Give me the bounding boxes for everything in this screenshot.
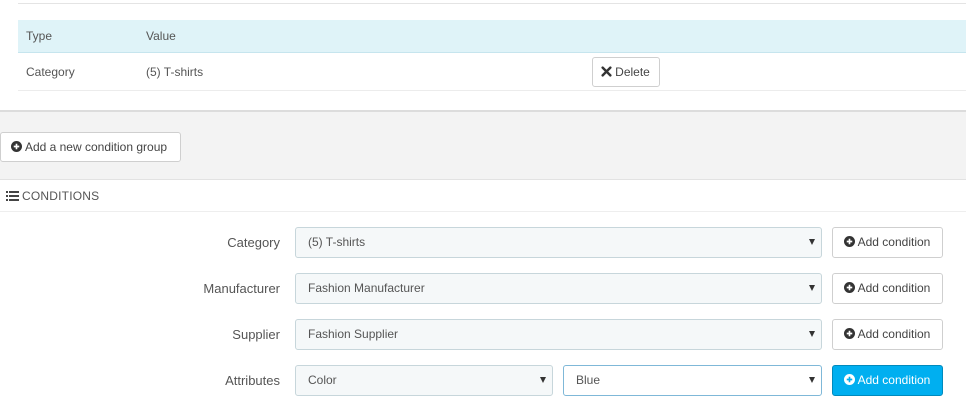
column-header-type: Type: [26, 29, 53, 43]
category-select[interactable]: (5) T-shirts: [295, 227, 822, 258]
caret-down-icon: [540, 377, 546, 383]
divider: [18, 3, 966, 4]
conditions-heading: CONDITIONS: [0, 181, 966, 212]
condition-label-attributes: Attributes: [225, 373, 280, 388]
condition-label-supplier: Supplier: [232, 327, 280, 342]
condition-row-attributes: Attributes Color Blue Add condition: [0, 365, 966, 396]
plus-circle-icon: [843, 328, 855, 339]
condition-label-manufacturer: Manufacturer: [203, 281, 280, 296]
conditions-heading-text: CONDITIONS: [22, 189, 100, 203]
caret-down-icon: [809, 239, 815, 245]
plus-circle-icon: [843, 374, 855, 385]
plus-circle-icon: [843, 282, 855, 293]
attribute-value-select[interactable]: Blue: [563, 365, 822, 396]
table-header: Type Value: [18, 20, 966, 53]
delete-button[interactable]: Delete: [592, 57, 660, 87]
caret-down-icon: [809, 331, 815, 337]
attribute-group-select[interactable]: Color: [295, 365, 553, 396]
table-row: Category (5) T-shirts Delete: [18, 53, 966, 91]
caret-down-icon: [809, 377, 815, 383]
manufacturer-select[interactable]: Fashion Manufacturer: [295, 273, 822, 304]
column-header-value: Value: [146, 29, 176, 43]
condition-group-panel: Type Value Category (5) T-shirts Delete: [0, 0, 966, 112]
add-manufacturer-condition-button[interactable]: Add condition: [832, 273, 943, 304]
add-category-condition-button[interactable]: Add condition: [832, 227, 943, 258]
add-condition-group-button[interactable]: Add a new condition group: [0, 132, 181, 162]
add-condition-group-label: Add a new condition group: [24, 140, 168, 154]
condition-table: Type Value Category (5) T-shirts Delete: [18, 20, 966, 91]
conditions-panel: CONDITIONS Category (5) T-shirts Add con…: [0, 181, 966, 408]
condition-row-manufacturer: Manufacturer Fashion Manufacturer Add co…: [0, 273, 966, 304]
attribute-group-select-value: Color: [308, 373, 337, 387]
add-supplier-condition-button[interactable]: Add condition: [832, 319, 943, 350]
plus-circle-icon: [843, 236, 855, 247]
condition-row-supplier: Supplier Fashion Supplier Add condition: [0, 319, 966, 350]
cell-type: Category: [26, 65, 75, 79]
add-condition-label: Add condition: [857, 327, 931, 341]
supplier-select-value: Fashion Supplier: [308, 327, 399, 341]
add-attribute-condition-button[interactable]: Add condition: [832, 365, 943, 396]
manufacturer-select-value: Fashion Manufacturer: [308, 281, 425, 295]
caret-down-icon: [809, 285, 815, 291]
times-icon: [601, 66, 612, 77]
delete-button-label: Delete: [615, 65, 650, 79]
cell-value: (5) T-shirts: [146, 65, 204, 79]
condition-label-category: Category: [227, 235, 280, 250]
plus-circle-icon: [10, 141, 22, 152]
add-condition-label: Add condition: [857, 281, 931, 295]
add-condition-label: Add condition: [857, 373, 931, 387]
group-actions-band: Add a new condition group: [0, 112, 966, 180]
add-condition-label: Add condition: [857, 235, 931, 249]
attribute-value-select-value: Blue: [576, 373, 601, 387]
category-select-value: (5) T-shirts: [308, 235, 366, 249]
condition-row-category: Category (5) T-shirts Add condition: [0, 227, 966, 258]
list-icon: [6, 191, 19, 201]
supplier-select[interactable]: Fashion Supplier: [295, 319, 822, 350]
